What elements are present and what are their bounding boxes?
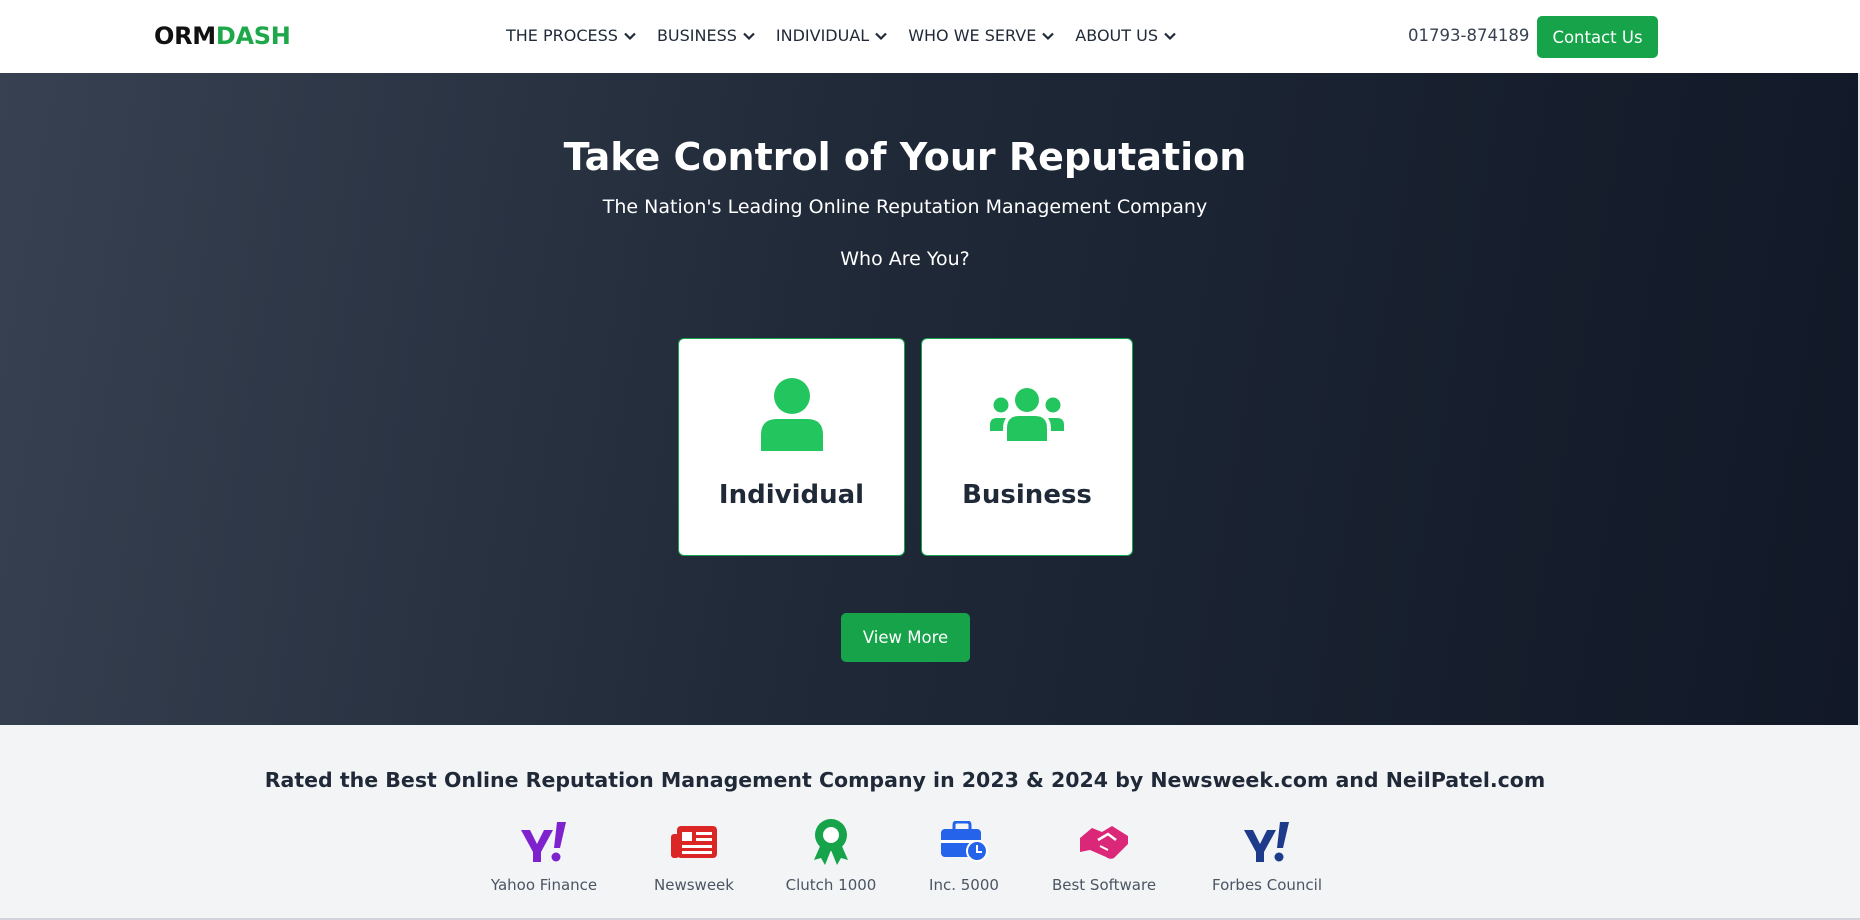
- contact-us-button[interactable]: Contact Us: [1537, 16, 1658, 58]
- chevron-down-icon: [1164, 32, 1176, 41]
- chevron-down-icon: [624, 32, 636, 41]
- chevron-down-icon: [743, 32, 755, 41]
- phone-number[interactable]: 01793-874189: [1408, 26, 1529, 46]
- business-card-label: Business: [962, 480, 1092, 510]
- badge-inc-5000: Inc. 5000: [924, 818, 1004, 894]
- hero-title: Take Control of Your Reputation: [563, 135, 1247, 179]
- nav-item-who-we-serve[interactable]: WHO WE SERVE: [908, 26, 1055, 46]
- badge-label: Forbes Council: [1211, 876, 1323, 894]
- individual-card[interactable]: Individual: [678, 338, 905, 556]
- view-more-button[interactable]: View More: [841, 613, 970, 662]
- hero-question: Who Are You?: [840, 248, 970, 270]
- badge-clutch-1000: Clutch 1000: [784, 818, 878, 894]
- user-icon: [760, 378, 823, 451]
- nav-item-label: THE PROCESS: [506, 26, 618, 45]
- individual-card-label: Individual: [718, 480, 865, 510]
- yahoo-icon: [1244, 822, 1289, 862]
- badge-label: Newsweek: [654, 876, 734, 894]
- nav-item-business[interactable]: BUSINESS: [657, 26, 756, 46]
- nav-item-about-us[interactable]: ABOUT US: [1075, 26, 1177, 46]
- business-card[interactable]: Business: [921, 338, 1133, 556]
- hero-section: Take Control of Your Reputation The Nati…: [0, 73, 1860, 725]
- badge-label: Inc. 5000: [929, 876, 999, 894]
- logo-text-orm: ORM: [154, 22, 216, 50]
- yahoo-icon: [521, 822, 566, 862]
- users-group-icon: [990, 388, 1064, 441]
- main-nav: THE PROCESS BUSINESS INDIVIDUAL WHO WE S…: [506, 26, 1177, 46]
- chevron-down-icon: [875, 32, 887, 41]
- nav-item-label: BUSINESS: [656, 26, 737, 45]
- chevron-down-icon: [1042, 32, 1055, 41]
- briefcase-clock-icon: [941, 821, 988, 862]
- award-icon: [814, 819, 848, 865]
- badge-label: Yahoo Finance: [490, 876, 598, 894]
- handshake-icon: [1080, 826, 1128, 859]
- badge-label: Clutch 1000: [785, 876, 877, 894]
- logo-text-dash: DASH: [215, 22, 291, 50]
- badge-best-software: Best Software: [1050, 818, 1158, 894]
- nav-item-label: ABOUT US: [1075, 26, 1158, 45]
- newspaper-icon: [671, 826, 717, 858]
- nav-item-label: WHO WE SERVE: [908, 26, 1037, 45]
- badge-forbes-council: Forbes Council: [1206, 818, 1328, 894]
- site-header: ORMDASH THE PROCESS BUSINESS INDIVIDUAL …: [0, 0, 1860, 73]
- badge-label: Best Software: [1051, 876, 1157, 894]
- ratings-title: Rated the Best Online Reputation Managem…: [264, 768, 1546, 792]
- nav-item-label: INDIVIDUAL: [775, 26, 870, 45]
- badge-newsweek: Newsweek: [640, 818, 748, 894]
- logo[interactable]: ORMDASH: [154, 22, 291, 50]
- badge-yahoo-finance: Yahoo Finance: [484, 818, 604, 894]
- hero-subtitle: The Nation's Leading Online Reputation M…: [602, 196, 1208, 218]
- nav-item-individual[interactable]: INDIVIDUAL: [776, 26, 888, 46]
- nav-item-the-process[interactable]: THE PROCESS: [506, 26, 637, 46]
